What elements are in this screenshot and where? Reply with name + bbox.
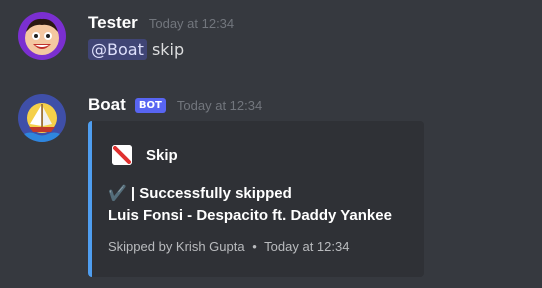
embed-description-line1: ✔️ | Successfully skipped [108, 185, 292, 202]
footer-separator: • [252, 239, 257, 254]
embed-author: Skip [112, 145, 178, 165]
embed-footer: Skipped by Krish Gupta • Today at 12:34 [108, 239, 349, 254]
embed-author-name: Skip [146, 146, 178, 164]
avatar-boat-icon [18, 94, 66, 142]
message-header: Boat BOT Today at 12:34 [88, 95, 262, 115]
message-timestamp: Today at 12:34 [176, 98, 263, 113]
avatar-boat[interactable] [18, 94, 66, 142]
embed-footer-timestamp: Today at 12:34 [264, 239, 350, 254]
embed-footer-text: Skipped by Krish Gupta [108, 239, 245, 254]
embed-description: ✔️ | Successfully skipped Luis Fonsi - D… [108, 183, 392, 227]
bot-tag-badge: BOT [134, 98, 166, 113]
author-name[interactable]: Boat [88, 95, 126, 114]
embed: Skip ✔️ | Successfully skipped Luis Fons… [88, 121, 424, 277]
embed-description-line2: Luis Fonsi - Despacito ft. Daddy Yankee [108, 207, 392, 224]
message-boat: Boat BOT Today at 12:34 Skip ✔️ | Succes… [0, 0, 542, 288]
skip-icon [112, 145, 132, 165]
